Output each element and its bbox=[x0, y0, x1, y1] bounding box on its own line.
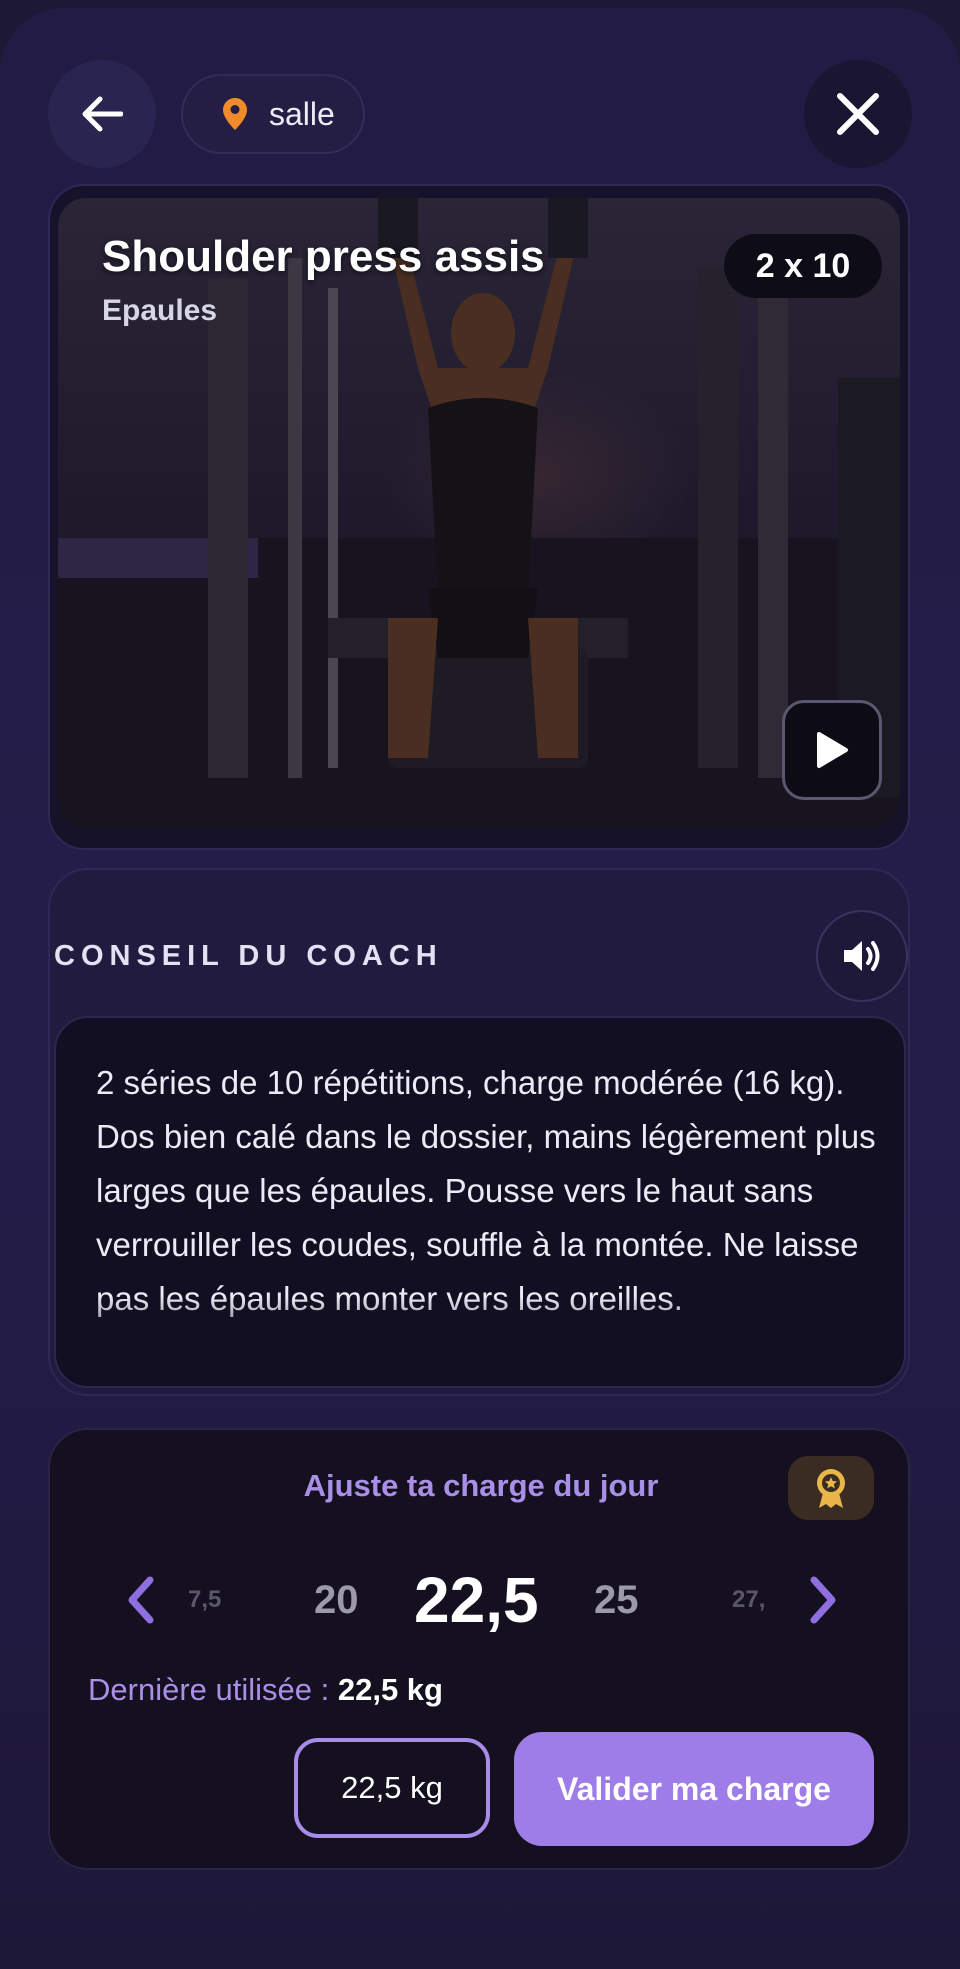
exercise-title: Shoulder press assis bbox=[102, 232, 545, 281]
chevron-left-icon[interactable] bbox=[122, 1572, 162, 1628]
back-button[interactable] bbox=[48, 60, 156, 168]
chevron-right-icon[interactable] bbox=[802, 1572, 842, 1628]
weight-option[interactable]: 25 bbox=[594, 1540, 639, 1660]
coach-advice-card: CONSEIL DU COACH 2 séries de 10 répétiti… bbox=[48, 868, 910, 1396]
coach-advice-text: 2 séries de 10 répétitions, charge modér… bbox=[96, 1064, 876, 1317]
location-selector[interactable]: salle bbox=[181, 74, 365, 154]
speaker-icon bbox=[844, 941, 880, 971]
play-icon bbox=[817, 732, 848, 768]
last-used-label: Dernière utilisée : bbox=[88, 1672, 330, 1707]
map-pin-icon bbox=[223, 98, 247, 130]
text-fade-overlay bbox=[56, 1296, 904, 1386]
award-icon bbox=[817, 1469, 845, 1508]
exercise-image: Shoulder press assis Epaules 2 x 10 bbox=[58, 198, 900, 828]
last-used-weight: Dernière utilisée : 22,5 kg bbox=[88, 1672, 443, 1708]
last-used-value: 22,5 kg bbox=[337, 1672, 443, 1707]
arrow-left-icon bbox=[82, 96, 123, 132]
charge-adjust-card: Ajuste ta charge du jour 7,5 20 22,5 25 … bbox=[48, 1428, 910, 1870]
coach-section-title: CONSEIL DU COACH bbox=[54, 940, 443, 972]
charge-title: Ajuste ta charge du jour bbox=[303, 1468, 659, 1503]
close-button[interactable] bbox=[804, 60, 912, 168]
weight-option[interactable]: 7,5 bbox=[188, 1540, 221, 1660]
read-aloud-button[interactable] bbox=[816, 910, 908, 1002]
validate-charge-button[interactable]: Valider ma charge bbox=[514, 1732, 874, 1846]
selected-weight-button[interactable]: 22,5 kg bbox=[294, 1738, 490, 1838]
sets-reps-badge: 2 x 10 bbox=[724, 234, 882, 298]
weight-option[interactable]: 20 bbox=[314, 1540, 359, 1660]
personal-record-button[interactable] bbox=[788, 1456, 874, 1520]
coach-advice-box[interactable]: 2 séries de 10 répétitions, charge modér… bbox=[54, 1016, 906, 1388]
exercise-media-card: Shoulder press assis Epaules 2 x 10 bbox=[48, 184, 910, 850]
weight-picker[interactable]: 7,5 20 22,5 25 27, bbox=[50, 1540, 912, 1660]
play-video-button[interactable] bbox=[782, 700, 882, 800]
weight-current[interactable]: 22,5 bbox=[414, 1540, 539, 1660]
weight-option[interactable]: 27, bbox=[732, 1540, 765, 1660]
close-icon bbox=[837, 93, 879, 135]
muscle-group: Epaules bbox=[102, 294, 218, 327]
location-label: salle bbox=[269, 95, 335, 132]
app-screen: salle Shoulder press assis Epaules 2 x 1… bbox=[0, 8, 960, 1969]
